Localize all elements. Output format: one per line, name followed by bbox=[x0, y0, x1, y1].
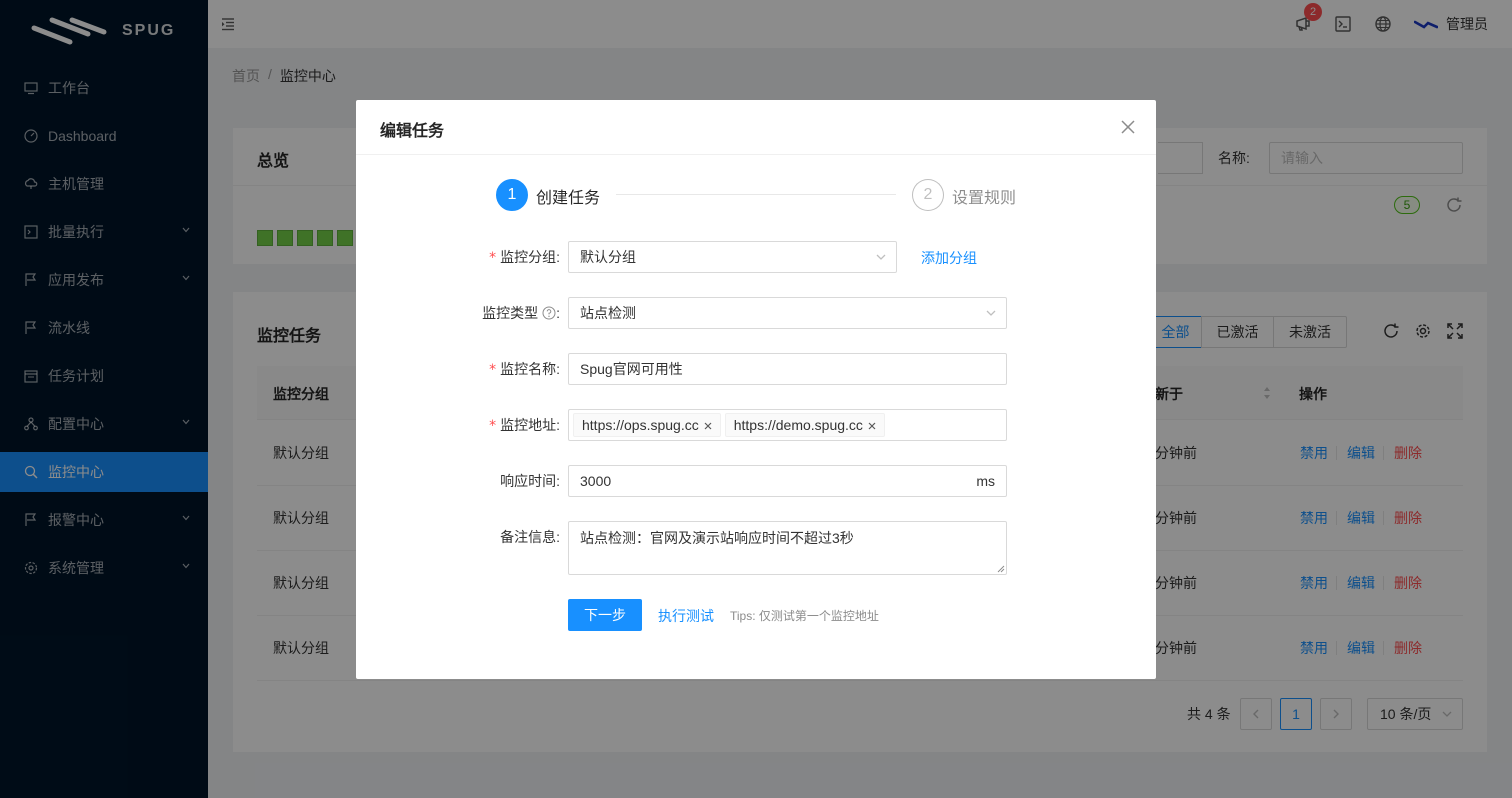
question-circle-icon[interactable] bbox=[542, 306, 556, 320]
chevron-down-icon bbox=[876, 254, 886, 260]
edit-task-modal: 编辑任务 1 创建任务 2 设置规则 * 监控分组: 默认分组 添加分组 监控类型… bbox=[356, 100, 1156, 679]
steps: 1 创建任务 2 设置规则 bbox=[496, 179, 1016, 211]
type-select[interactable]: 站点检测 bbox=[568, 297, 1007, 329]
form-row-remark: 备注信息: 站点检测：官网及演示站响应时间不超过3秒 bbox=[356, 521, 1156, 575]
modal-header: 编辑任务 bbox=[356, 100, 1156, 155]
resize-handle-icon[interactable] bbox=[997, 565, 1005, 573]
form-row-name: * 监控名称: Spug官网可用性 bbox=[356, 353, 1156, 385]
chevron-down-icon bbox=[986, 310, 996, 316]
form-row-actions: 下一步 执行测试 Tips: 仅测试第一个监控地址 bbox=[356, 599, 1156, 631]
modal-title: 编辑任务 bbox=[380, 123, 445, 140]
timeout-value: 3000 bbox=[580, 473, 612, 489]
address-tags-input[interactable]: https://ops.spug.cc https://demo.spug.cc bbox=[568, 409, 1007, 441]
group-value: 默认分组 bbox=[580, 249, 636, 265]
timeout-input[interactable]: 3000 ms bbox=[568, 465, 1007, 497]
name-input[interactable]: Spug官网可用性 bbox=[568, 353, 1007, 385]
remark-label: 备注信息: bbox=[500, 529, 560, 545]
timeout-suffix: ms bbox=[976, 473, 995, 489]
close-icon[interactable] bbox=[868, 422, 876, 430]
form-row-type: 监控类型: 站点检测 bbox=[356, 297, 1156, 329]
form-row-timeout: 响应时间: 3000 ms bbox=[356, 465, 1156, 497]
name-label: * 监控名称: bbox=[489, 361, 560, 378]
step-connector bbox=[616, 194, 896, 195]
remark-textarea[interactable]: 站点检测：官网及演示站响应时间不超过3秒 bbox=[568, 521, 1007, 575]
run-test-link[interactable]: 执行测试 bbox=[658, 606, 714, 626]
address-tag: https://ops.spug.cc bbox=[573, 413, 721, 437]
next-step-button[interactable]: 下一步 bbox=[568, 599, 642, 631]
step-2-label: 设置规则 bbox=[952, 190, 1017, 207]
close-icon[interactable] bbox=[704, 422, 712, 430]
group-label: * 监控分组: bbox=[489, 249, 560, 266]
type-label: 监控类型: bbox=[482, 305, 560, 321]
step-1-icon: 1 bbox=[496, 179, 528, 211]
group-select[interactable]: 默认分组 bbox=[568, 241, 897, 273]
address-label: * 监控地址: bbox=[489, 417, 560, 434]
remark-value: 站点检测：官网及演示站响应时间不超过3秒 bbox=[580, 530, 854, 546]
type-value: 站点检测 bbox=[580, 305, 636, 321]
timeout-label: 响应时间: bbox=[500, 473, 560, 489]
add-group-link[interactable]: 添加分组 bbox=[921, 248, 977, 268]
form-row-address: * 监控地址: https://ops.spug.cc https://demo.s… bbox=[356, 409, 1156, 441]
step-2-icon: 2 bbox=[912, 179, 944, 211]
close-icon[interactable] bbox=[1120, 119, 1136, 135]
address-tag: https://demo.spug.cc bbox=[724, 413, 885, 437]
form-row-group: * 监控分组: 默认分组 添加分组 bbox=[356, 241, 1156, 273]
step-1-label: 创建任务 bbox=[536, 190, 601, 207]
test-tips: Tips: 仅测试第一个监控地址 bbox=[730, 609, 879, 623]
